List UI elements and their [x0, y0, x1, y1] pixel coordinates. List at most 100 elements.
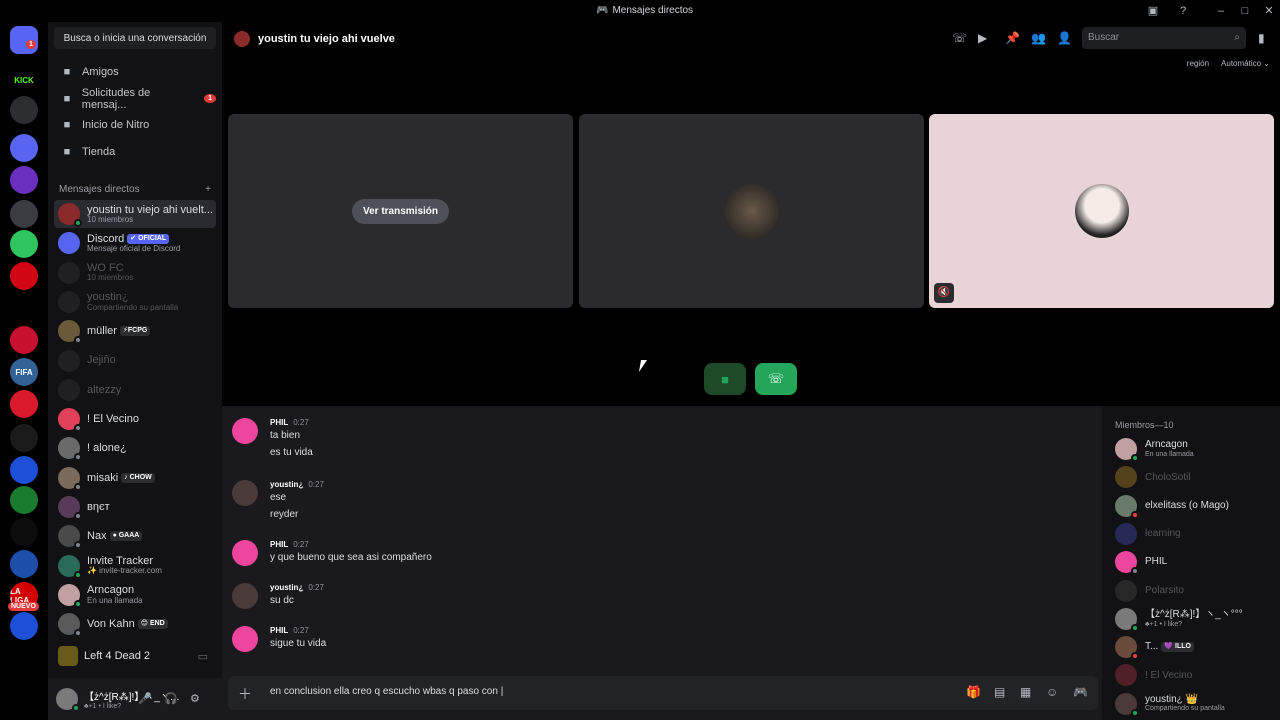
create-dm-icon[interactable]: +: [205, 184, 211, 195]
member-item[interactable]: CholoSotil: [1115, 464, 1191, 490]
member-item[interactable]: 【ż^ż[R⁂]!】ヽ_ヽ°°° ♣+1 • I like?: [1115, 606, 1243, 632]
status-indicator: [74, 629, 82, 638]
activities-icon[interactable]: 🎮: [1073, 685, 1088, 699]
member-name: Polarsito: [1145, 585, 1184, 597]
member-subtext: Compartiendo su pantalla: [1145, 705, 1225, 713]
dm-item[interactable]: Arncagon En una llamada: [54, 581, 216, 609]
inbox-icon[interactable]: ▣: [1146, 4, 1160, 18]
sticker-icon[interactable]: ▦: [1020, 685, 1031, 699]
member-item[interactable]: PHIL: [1115, 549, 1167, 576]
dm-item[interactable]: ! El Vecino: [54, 405, 216, 433]
server-icon[interactable]: [10, 390, 38, 418]
close-icon[interactable]: ✕: [1262, 4, 1276, 18]
maximize-icon[interactable]: □: [1238, 4, 1252, 18]
member-item[interactable]: ! El Vecino: [1115, 662, 1192, 688]
server-icon[interactable]: [10, 424, 38, 452]
dm-item[interactable]: WO FC 10 miembros: [54, 259, 216, 287]
nav-shop[interactable]: ■ Tienda: [54, 141, 216, 163]
message-author[interactable]: PHIL: [270, 418, 288, 427]
avatar[interactable]: [232, 540, 258, 566]
avatar[interactable]: [232, 480, 258, 506]
bundesliga-icon[interactable]: [10, 262, 38, 290]
server-icon[interactable]: [10, 200, 38, 228]
screen-share-icon[interactable]: ▭: [198, 650, 208, 663]
participant-tile[interactable]: [579, 114, 924, 308]
headphones-icon[interactable]: 🎧: [164, 692, 178, 705]
gift-icon[interactable]: 🎁: [966, 685, 981, 699]
dm-item[interactable]: youstin¿ Compartiendo su pantalla: [54, 288, 216, 316]
avatar[interactable]: [232, 583, 258, 609]
region-selector[interactable]: región Automático ⌄: [1187, 59, 1270, 68]
dm-item[interactable]: Jejiño: [54, 347, 216, 375]
message-input[interactable]: en conclusion ella creo q escucho wbas q…: [270, 686, 503, 697]
dm-item[interactable]: Discord ✔ OFICIAL Mensaje oficial de Disco…: [54, 229, 216, 257]
member-name-label: ! El Vecino: [1145, 669, 1193, 681]
server-icon[interactable]: [10, 612, 38, 640]
message-time: 0:27: [293, 418, 309, 427]
nav-friends[interactable]: ■ Amigos: [54, 61, 216, 83]
server-icon[interactable]: [10, 326, 38, 354]
folder-icon[interactable]: [10, 134, 38, 162]
member-list-icon[interactable]: 👤: [1057, 31, 1072, 45]
minimize-icon[interactable]: –: [1214, 4, 1228, 18]
message-author[interactable]: PHIL: [270, 540, 288, 549]
help-icon[interactable]: ?: [1176, 4, 1190, 18]
activity-game[interactable]: Left 4 Dead 2 ▭: [54, 642, 216, 670]
gif-icon[interactable]: ▤: [994, 685, 1005, 699]
member-item[interactable]: Arncagon En una llamada: [1115, 436, 1194, 462]
message-author[interactable]: youstin¿: [270, 480, 303, 489]
server-icon[interactable]: [10, 486, 38, 514]
avatar: [1115, 692, 1139, 717]
avatar[interactable]: [232, 418, 258, 444]
member-name: T... 💜 ILLO: [1145, 641, 1194, 653]
avatar[interactable]: [56, 688, 80, 712]
message-author[interactable]: youstin¿: [270, 583, 303, 592]
settings-gear-icon[interactable]: ⚙: [190, 692, 200, 705]
member-item[interactable]: Polarsito: [1115, 578, 1184, 604]
inbox-icon[interactable]: ▮: [1258, 31, 1265, 45]
dm-item[interactable]: misaki ♪ CHOW: [54, 464, 216, 492]
fifa-icon[interactable]: FIFA: [10, 358, 38, 386]
dm-item[interactable]: youstin tu viejo ahi vuelt... 10 miembros: [54, 200, 216, 228]
member-name-label: T...: [1145, 641, 1159, 653]
video-call-icon[interactable]: ▶: [978, 31, 987, 45]
status-indicator: [1131, 510, 1139, 519]
server-icon[interactable]: [10, 518, 38, 546]
avatar[interactable]: [232, 626, 258, 652]
message-composer[interactable]: ＋ en conclusion ella creo q escucho wbas…: [228, 676, 1098, 710]
dm-item[interactable]: вηєт: [54, 493, 216, 521]
join-call-button[interactable]: ☏: [755, 363, 797, 395]
attach-plus-icon[interactable]: ＋: [238, 684, 252, 704]
voice-call-icon[interactable]: ☏: [952, 31, 967, 45]
stream-tile[interactable]: Ver transmisión: [228, 114, 573, 308]
watch-stream-button[interactable]: Ver transmisión: [352, 199, 449, 224]
dm-item[interactable]: altezzy: [54, 376, 216, 404]
server-icon[interactable]: [10, 550, 38, 578]
dm-item[interactable]: Nax ● GAAA: [54, 522, 216, 550]
camera-button[interactable]: ■: [704, 363, 746, 395]
find-conversation-button[interactable]: Busca o inicia una conversación: [54, 27, 216, 49]
kick-icon[interactable]: KICK: [10, 66, 38, 94]
microphone-icon[interactable]: 🎤: [138, 692, 152, 705]
server-icon[interactable]: [10, 166, 38, 194]
participant-tile[interactable]: 🔇: [929, 114, 1274, 308]
server-icon[interactable]: [10, 456, 38, 484]
nav-inbox[interactable]: ■ Solicitudes de mensaj... 1: [54, 87, 216, 111]
dm-item[interactable]: Von Kahn 😊 END: [54, 610, 216, 638]
dm-item[interactable]: müller ⚡FCPG: [54, 317, 216, 345]
member-item[interactable]: elxelitass (o Mago): [1115, 493, 1229, 519]
search-input[interactable]: Buscar ⌕: [1082, 27, 1246, 49]
dm-item[interactable]: ! alone¿: [54, 434, 216, 462]
dm-item[interactable]: Invite Tracker ✨ invite-tracker.com: [54, 552, 216, 580]
member-item[interactable]: learning: [1115, 521, 1181, 547]
emoji-icon[interactable]: ☺: [1046, 685, 1058, 699]
add-friends-icon[interactable]: 👥: [1031, 31, 1046, 45]
laliga-icon[interactable]: [10, 294, 38, 322]
member-item[interactable]: T... 💜 ILLO: [1115, 634, 1194, 661]
premier-league-icon[interactable]: [10, 230, 38, 258]
pin-icon[interactable]: 📌: [1005, 31, 1020, 45]
message-author[interactable]: PHIL: [270, 626, 288, 635]
nav-nitro[interactable]: ■ Inicio de Nitro: [54, 114, 216, 136]
member-item[interactable]: youstin¿ 👑 Compartiendo su pantalla: [1115, 691, 1225, 717]
server-group-icon[interactable]: [10, 96, 38, 124]
